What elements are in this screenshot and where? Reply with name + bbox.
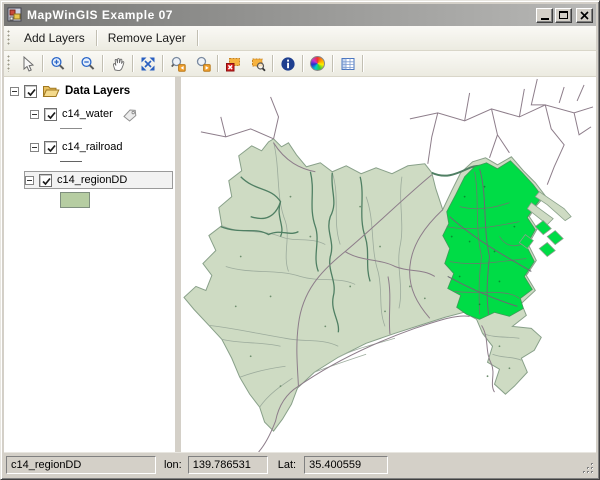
clear-selection-icon xyxy=(225,56,241,72)
collapse-toggle[interactable] xyxy=(25,176,34,185)
layer-visibility-checkbox[interactable] xyxy=(39,174,52,187)
toolbar-grip[interactable] xyxy=(7,55,12,73)
info-icon xyxy=(280,56,296,72)
tree-node-c14-regiondd-selected[interactable]: c14_regionDD xyxy=(24,171,173,189)
toolbar-separator xyxy=(162,55,163,73)
select-box-icon xyxy=(250,56,266,72)
layer-visibility-checkbox[interactable] xyxy=(44,141,57,154)
region-fill-symbol[interactable] xyxy=(60,192,90,208)
toolbar-separator xyxy=(302,55,303,73)
pan-button[interactable] xyxy=(105,52,130,75)
map-drawing xyxy=(181,77,596,452)
status-bar: c14_regionDD lon: 139.786531 Lat: 35.400… xyxy=(4,452,596,476)
toolbar-separator xyxy=(102,55,103,73)
content-area: Data Layers c14_water xyxy=(4,77,596,452)
folder-icon xyxy=(42,84,60,98)
check-icon xyxy=(25,86,38,99)
app-icon xyxy=(7,7,23,23)
check-icon xyxy=(40,175,53,188)
check-icon xyxy=(45,109,58,122)
zoom-in-icon xyxy=(50,56,66,72)
title-bar[interactable]: MapWinGIS Example 07 xyxy=(4,4,596,26)
status-lat-value: 35.400559 xyxy=(304,456,388,474)
tree-node-c14-water[interactable]: c14_water xyxy=(30,105,175,123)
toolbar-separator xyxy=(272,55,273,73)
water-line-symbol[interactable] xyxy=(60,128,82,129)
lat-label: Lat: xyxy=(278,459,296,471)
pointer-icon xyxy=(20,56,36,72)
tree-node-label[interactable]: c14_regionDD xyxy=(57,174,127,186)
pan-hand-icon xyxy=(110,56,126,72)
menu-separator xyxy=(96,30,97,47)
status-lon-value: 139.786531 xyxy=(188,456,268,474)
table-icon xyxy=(340,56,356,72)
menu-separator xyxy=(197,30,198,47)
select-by-box-button[interactable] xyxy=(245,52,270,75)
tree-node-label[interactable]: c14_railroad xyxy=(62,141,123,153)
menu-bar: Add Layers Remove Layer xyxy=(4,26,596,51)
zoom-next-icon xyxy=(195,56,211,72)
maximize-icon xyxy=(559,11,568,19)
close-button[interactable] xyxy=(576,8,593,23)
collapse-toggle[interactable] xyxy=(10,87,19,96)
zoom-previous-icon xyxy=(170,56,186,72)
menu-remove-layer[interactable]: Remove Layer xyxy=(99,28,195,48)
minimize-icon xyxy=(541,18,549,20)
status-selected-layer: c14_regionDD xyxy=(6,456,156,474)
clear-selection-button[interactable] xyxy=(220,52,245,75)
tag-icon xyxy=(122,107,138,122)
collapse-toggle[interactable] xyxy=(30,110,39,119)
selected-layer-text: c14_regionDD xyxy=(11,459,81,471)
toolbar-separator xyxy=(72,55,73,73)
tree-node-label[interactable]: Data Layers xyxy=(65,85,130,97)
tree-node-data-layers[interactable]: Data Layers xyxy=(10,82,175,100)
toolbar-separator xyxy=(332,55,333,73)
legend-panel: Data Layers c14_water xyxy=(4,77,175,452)
symbology-button[interactable] xyxy=(305,52,330,75)
menu-grip[interactable] xyxy=(7,30,12,47)
window-title: MapWinGIS Example 07 xyxy=(27,8,534,22)
layer-visibility-checkbox[interactable] xyxy=(24,85,37,98)
tool-bar xyxy=(4,51,596,77)
zoom-previous-button[interactable] xyxy=(165,52,190,75)
close-icon xyxy=(580,11,589,20)
collapse-toggle[interactable] xyxy=(30,143,39,152)
menu-add-layers[interactable]: Add Layers xyxy=(15,28,94,48)
zoom-full-extent-button[interactable] xyxy=(135,52,160,75)
lat-value-text: 35.400559 xyxy=(309,459,361,471)
map-canvas[interactable] xyxy=(181,77,596,452)
check-icon xyxy=(45,142,58,155)
tree-node-c14-railroad[interactable]: c14_railroad xyxy=(30,138,175,156)
tree-node-label[interactable]: c14_water xyxy=(62,108,113,120)
zoom-in-button[interactable] xyxy=(45,52,70,75)
identify-button[interactable] xyxy=(275,52,300,75)
full-extent-icon xyxy=(140,56,156,72)
maximize-button[interactable] xyxy=(555,8,572,23)
select-pointer-button[interactable] xyxy=(15,52,40,75)
zoom-out-icon xyxy=(80,56,96,72)
toolbar-separator xyxy=(217,55,218,73)
railroad-line-symbol[interactable] xyxy=(60,161,82,162)
resize-grip[interactable] xyxy=(582,462,595,475)
lon-label: lon: xyxy=(164,459,182,471)
app-window: MapWinGIS Example 07 Add Layers Remove L… xyxy=(0,0,600,480)
zoom-next-button[interactable] xyxy=(190,52,215,75)
toolbar-separator xyxy=(42,55,43,73)
color-wheel-icon xyxy=(310,56,325,71)
layer-visibility-checkbox[interactable] xyxy=(44,108,57,121)
zoom-out-button[interactable] xyxy=(75,52,100,75)
attribute-table-button[interactable] xyxy=(335,52,360,75)
toolbar-separator xyxy=(132,55,133,73)
lon-value-text: 139.786531 xyxy=(193,459,251,471)
toolbar-separator xyxy=(362,55,363,73)
minimize-button[interactable] xyxy=(536,8,553,23)
